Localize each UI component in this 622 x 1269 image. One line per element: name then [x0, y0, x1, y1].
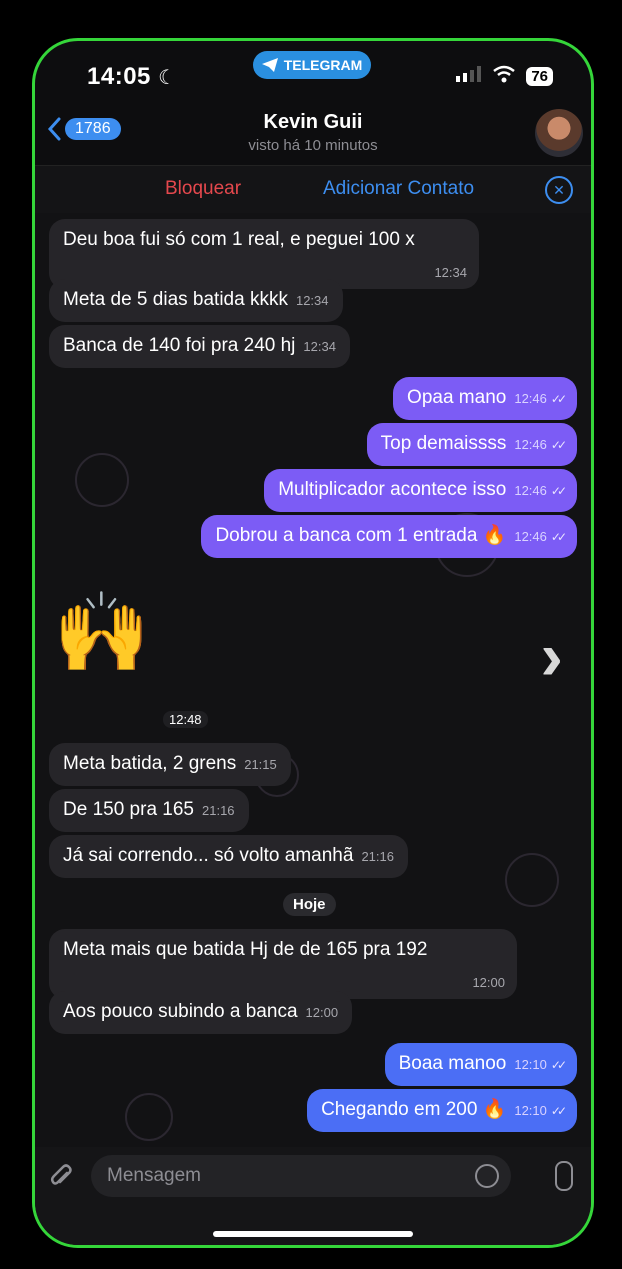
message-time: 12:46: [514, 529, 547, 544]
message-text: Boaa manoo: [398, 1053, 507, 1074]
message-time: 12:46: [514, 437, 547, 452]
double-check-icon: ✓✓: [550, 438, 567, 452]
message-bubble-incoming[interactable]: De 150 pra 165 21:16: [49, 789, 249, 832]
message-time: 12:00: [472, 975, 505, 990]
contact-name[interactable]: Kevin Guii: [35, 111, 591, 134]
wifi-icon: [492, 65, 516, 88]
message-bubble-outgoing[interactable]: Opaa mano 12:46 ✓✓: [393, 377, 577, 420]
doodle-circle: [75, 453, 129, 507]
double-check-icon: ✓✓: [550, 392, 567, 406]
message-time: 12:46: [514, 483, 547, 498]
message-input-placeholder: Mensagem: [107, 1165, 201, 1186]
raising-hands-emoji[interactable]: 🙌: [53, 593, 150, 671]
message-text: Meta de 5 dias batida kkkk: [63, 289, 288, 310]
battery-level: 76: [531, 68, 548, 85]
message-text: Top demaissss: [380, 433, 507, 454]
message-text: Já sai correndo... só volto amanhã: [63, 845, 354, 866]
date-separator: Hoje: [283, 893, 336, 916]
chat-header: 1786 Kevin Guii visto há 10 minutos: [35, 103, 591, 161]
message-text: De 150 pra 165: [63, 799, 194, 820]
message-time: 12:46: [514, 391, 547, 406]
message-text: Banca de 140 foi pra 240 hj: [63, 335, 296, 356]
message-bubble-incoming[interactable]: Meta de 5 dias batida kkkk 12:34: [49, 279, 343, 322]
message-bubble-incoming[interactable]: Meta batida, 2 grens 21:15: [49, 743, 291, 786]
paper-plane-icon: [261, 58, 278, 72]
message-text: Multiplicador acontece isso: [278, 479, 507, 500]
message-bubble-outgoing[interactable]: Dobrou a banca com 1 entrada 🔥 12:46 ✓✓: [201, 515, 577, 558]
message-list[interactable]: Deu boa fui só com 1 real, e peguei 100 …: [35, 213, 591, 1147]
doodle-circle: [505, 853, 559, 907]
double-check-icon: ✓✓: [550, 484, 567, 498]
message-time: 12:10: [514, 1103, 547, 1118]
message-input[interactable]: Mensagem: [91, 1155, 511, 1197]
message-text: Dobrou a banca com 1 entrada 🔥: [215, 525, 507, 546]
message-text: Meta mais que batida Hj de de 165 pra 19…: [63, 939, 428, 960]
close-icon[interactable]: ✕: [545, 176, 573, 204]
message-time: 21:16: [361, 849, 394, 864]
message-text: Deu boa fui só com 1 real, e peguei 100 …: [63, 229, 415, 250]
message-time: 21:15: [244, 757, 277, 772]
phone-screen: 14:05 ☾ TELEGRAM 76 1786 Kevin Guii vist…: [32, 38, 594, 1248]
compose-bar: Mensagem: [35, 1147, 591, 1245]
message-bubble-incoming[interactable]: Aos pouco subindo a banca 12:00: [49, 991, 353, 1034]
chevron-right-icon[interactable]: ›: [540, 617, 563, 695]
telegram-pill[interactable]: TELEGRAM: [253, 51, 371, 79]
sticker-icon[interactable]: [475, 1164, 499, 1188]
last-seen-status: visto há 10 minutos: [248, 137, 378, 154]
message-bubble-incoming[interactable]: Meta mais que batida Hj de de 165 pra 19…: [49, 929, 517, 999]
message-time: 12:00: [305, 1005, 339, 1020]
battery-icon: 76: [526, 67, 553, 86]
contact-action-bar: Bloquear Adicionar Contato ✕: [35, 165, 591, 215]
message-time: 12:34: [295, 293, 329, 308]
message-text: Chegando em 200 🔥: [321, 1099, 507, 1120]
avatar[interactable]: [535, 109, 583, 157]
status-icons: 76: [456, 65, 553, 88]
double-check-icon: ✓✓: [550, 1058, 567, 1072]
paperclip-icon[interactable]: [49, 1163, 73, 1198]
clock-text: 14:05: [87, 63, 151, 90]
signal-icon: [456, 66, 482, 87]
clock: 14:05 ☾: [87, 63, 177, 91]
message-text: Opaa mano: [407, 387, 507, 408]
message-bubble-outgoing[interactable]: Multiplicador acontece isso 12:46 ✓✓: [264, 469, 577, 512]
message-bubble-incoming[interactable]: Banca de 140 foi pra 240 hj 12:34: [49, 325, 350, 368]
message-time: 12:34: [303, 339, 336, 354]
message-time: 12:10: [514, 1057, 547, 1072]
telegram-pill-label: TELEGRAM: [283, 57, 363, 73]
block-button[interactable]: Bloquear: [165, 178, 241, 200]
add-contact-button[interactable]: Adicionar Contato: [323, 178, 474, 200]
status-bar: 14:05 ☾ TELEGRAM 76: [35, 41, 591, 111]
double-check-icon: ✓✓: [550, 1104, 567, 1118]
message-bubble-outgoing[interactable]: Top demaissss 12:46 ✓✓: [366, 423, 577, 466]
message-time: 21:16: [202, 803, 235, 818]
microphone-icon[interactable]: [555, 1161, 573, 1191]
message-bubble-outgoing[interactable]: Chegando em 200 🔥 12:10 ✓✓: [307, 1089, 577, 1132]
message-text: Aos pouco subindo a banca: [63, 1001, 298, 1022]
message-time: 12:48: [163, 711, 208, 728]
message-text: Meta batida, 2 grens: [63, 753, 237, 774]
moon-icon: ☾: [158, 67, 177, 89]
message-bubble-incoming[interactable]: Já sai correndo... só volto amanhã 21:16: [49, 835, 408, 878]
doodle-circle: [125, 1093, 173, 1141]
home-indicator[interactable]: [213, 1231, 413, 1237]
double-check-icon: ✓✓: [550, 530, 567, 544]
message-time: 12:34: [434, 265, 467, 280]
message-bubble-outgoing[interactable]: Boaa manoo 12:10 ✓✓: [384, 1043, 577, 1086]
